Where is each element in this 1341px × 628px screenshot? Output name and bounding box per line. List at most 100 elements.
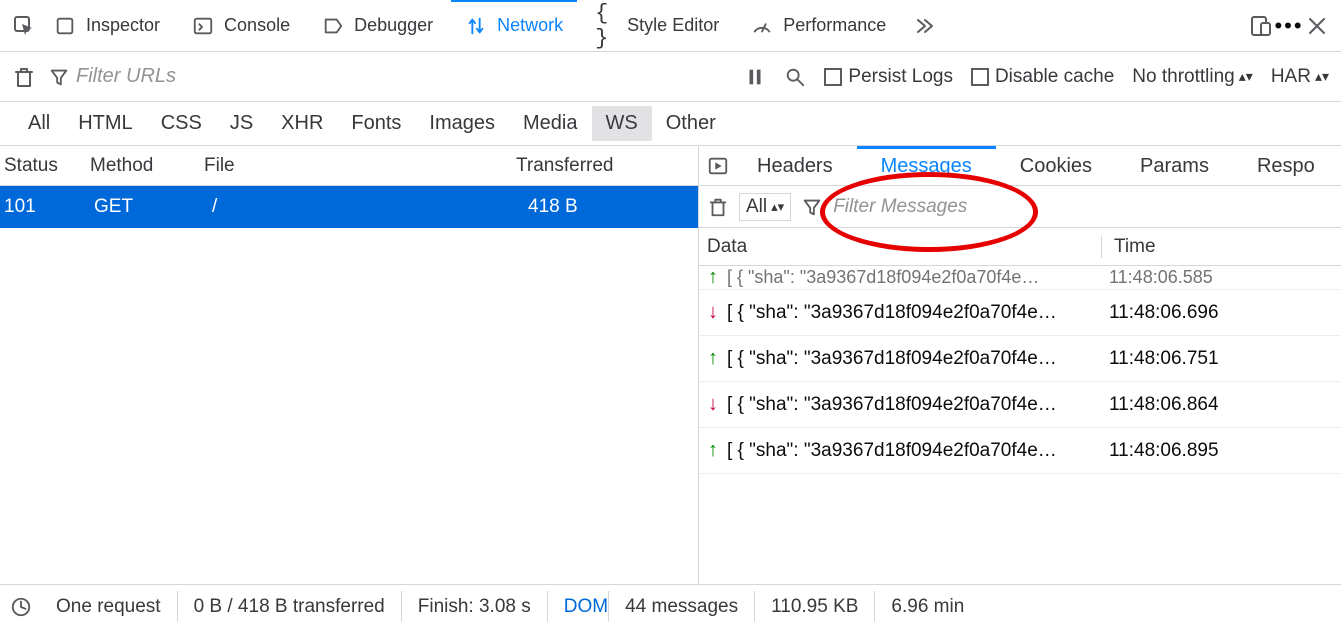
responsive-design-icon[interactable] xyxy=(1249,14,1273,38)
col-status[interactable]: Status xyxy=(4,155,90,177)
request-list-header: Status Method File Transferred xyxy=(0,146,698,186)
tab-style-editor[interactable]: { } Style Editor xyxy=(581,0,733,51)
select-label: All xyxy=(746,196,767,218)
request-row[interactable]: 101 GET / 418 B xyxy=(0,186,698,228)
tab-label: Debugger xyxy=(354,15,433,36)
sort-icon: ▴▾ xyxy=(771,199,784,215)
throttling-select[interactable]: No throttling ▴▾ xyxy=(1132,66,1253,88)
col-method[interactable]: Method xyxy=(90,155,204,177)
checkbox-label: Disable cache xyxy=(995,66,1114,88)
direction-up-icon: ↑ xyxy=(699,347,727,370)
tab-label: Network xyxy=(497,15,563,36)
pause-icon[interactable] xyxy=(744,66,766,88)
chip-html[interactable]: HTML xyxy=(64,106,146,141)
style-editor-icon: { } xyxy=(595,15,617,37)
chip-xhr[interactable]: XHR xyxy=(267,106,337,141)
tab-inspector[interactable]: Inspector xyxy=(40,0,174,51)
dtab-messages[interactable]: Messages xyxy=(857,146,996,185)
status-request-count: One request xyxy=(40,591,178,621)
messages-table: Data Time ↑[ { "sha": "3a9367d18f094e2f0… xyxy=(699,228,1341,584)
persist-logs-checkbox[interactable]: Persist Logs xyxy=(824,66,953,88)
col-transferred[interactable]: Transferred xyxy=(516,155,686,177)
detail-tabs: Headers Messages Cookies Params Respo ▼ xyxy=(699,146,1341,186)
message-data: [ { "sha": "3a9367d18f094e2f0a70f4e… xyxy=(727,348,1097,370)
status-duration: 6.96 min xyxy=(875,591,980,621)
filter-icon xyxy=(801,196,823,218)
dtab-response[interactable]: Respo xyxy=(1233,146,1339,185)
message-row[interactable]: ↑[ { "sha": "3a9367d18f094e2f0a70f4e…11:… xyxy=(699,428,1341,474)
col-file[interactable]: File xyxy=(204,155,516,177)
chip-css[interactable]: CSS xyxy=(147,106,216,141)
filter-messages-input[interactable] xyxy=(833,196,1341,218)
col-time[interactable]: Time xyxy=(1101,236,1341,258)
message-row[interactable]: ↓[ { "sha": "3a9367d18f094e2f0a70f4e…11:… xyxy=(699,382,1341,428)
tab-label: Console xyxy=(224,15,290,36)
messages-toolbar: All ▴▾ xyxy=(699,186,1341,228)
cell-method: GET xyxy=(94,196,208,218)
kebab-menu-icon[interactable]: ••• xyxy=(1277,14,1301,38)
network-statusbar: One request 0 B / 418 B transferred Fini… xyxy=(0,584,1341,628)
overflow-tabs-icon[interactable] xyxy=(912,14,936,38)
request-list: Status Method File Transferred 101 GET /… xyxy=(0,146,698,584)
close-icon[interactable] xyxy=(1305,14,1329,38)
status-transferred: 0 B / 418 B transferred xyxy=(178,591,402,621)
tab-label: Style Editor xyxy=(627,15,719,36)
checkbox-label: Persist Logs xyxy=(848,66,953,88)
perf-analysis-icon[interactable] xyxy=(10,596,32,618)
col-data[interactable]: Data xyxy=(703,236,1101,258)
cell-transferred: 418 B xyxy=(528,196,698,218)
chip-fonts[interactable]: Fonts xyxy=(337,106,415,141)
chip-media[interactable]: Media xyxy=(509,106,591,141)
chip-all[interactable]: All xyxy=(14,106,64,141)
tab-performance[interactable]: Performance xyxy=(737,0,900,51)
devtools-tabs: Inspector Console Debugger Network { } S… xyxy=(0,0,1341,52)
clear-icon[interactable] xyxy=(12,65,36,89)
checkbox-icon xyxy=(971,68,989,86)
message-data: [ { "sha": "3a9367d18f094e2f0a70f4e… xyxy=(727,267,1097,288)
tab-network[interactable]: Network xyxy=(451,0,577,50)
message-time: 11:48:06.895 xyxy=(1097,440,1219,462)
console-icon xyxy=(192,15,214,37)
message-data: [ { "sha": "3a9367d18f094e2f0a70f4e… xyxy=(727,440,1097,462)
cell-file: / xyxy=(212,196,524,218)
performance-icon xyxy=(751,15,773,37)
cell-status: 101 xyxy=(4,196,90,218)
tab-debugger[interactable]: Debugger xyxy=(308,0,447,51)
dtab-headers[interactable]: Headers xyxy=(733,146,857,185)
inspect-node-icon[interactable] xyxy=(12,14,36,38)
tab-console[interactable]: Console xyxy=(178,0,304,51)
message-row[interactable]: ↑[ { "sha": "3a9367d18f094e2f0a70f4e…11:… xyxy=(699,336,1341,382)
message-row[interactable]: ↑[ { "sha": "3a9367d18f094e2f0a70f4e…11:… xyxy=(699,266,1341,290)
dtab-cookies[interactable]: Cookies xyxy=(996,146,1116,185)
chip-other[interactable]: Other xyxy=(652,106,730,141)
har-select[interactable]: HAR ▴▾ xyxy=(1271,66,1329,88)
direction-down-icon: ↓ xyxy=(699,301,727,324)
message-time: 11:48:06.864 xyxy=(1097,394,1219,416)
status-size: 110.95 KB xyxy=(755,591,875,621)
message-time: 11:48:06.696 xyxy=(1097,302,1219,324)
direction-down-icon: ↓ xyxy=(699,393,727,416)
tab-label: Inspector xyxy=(86,15,160,36)
chip-ws[interactable]: WS xyxy=(592,106,652,141)
disable-cache-checkbox[interactable]: Disable cache xyxy=(971,66,1114,88)
chip-images[interactable]: Images xyxy=(415,106,509,141)
search-icon[interactable] xyxy=(784,66,806,88)
status-dom: DOM xyxy=(548,591,608,621)
filter-icon xyxy=(48,66,70,88)
toggle-raw-icon[interactable] xyxy=(707,155,729,177)
inspector-icon xyxy=(54,15,76,37)
messages-direction-select[interactable]: All ▴▾ xyxy=(739,193,791,221)
message-row[interactable]: ↓[ { "sha": "3a9367d18f094e2f0a70f4e…11:… xyxy=(699,290,1341,336)
status-msg-count: 44 messages xyxy=(608,591,755,621)
select-label: No throttling xyxy=(1132,66,1234,88)
filter-urls-input[interactable] xyxy=(76,65,216,88)
debugger-icon xyxy=(322,15,344,37)
chip-js[interactable]: JS xyxy=(216,106,267,141)
message-data: [ { "sha": "3a9367d18f094e2f0a70f4e… xyxy=(727,302,1097,324)
clear-messages-icon[interactable] xyxy=(707,196,729,218)
filter-urls[interactable] xyxy=(48,65,216,88)
message-time: 11:48:06.751 xyxy=(1097,348,1219,370)
messages-header: Data Time xyxy=(699,228,1341,266)
sort-icon: ▴▾ xyxy=(1239,68,1253,85)
dtab-params[interactable]: Params xyxy=(1116,146,1233,185)
